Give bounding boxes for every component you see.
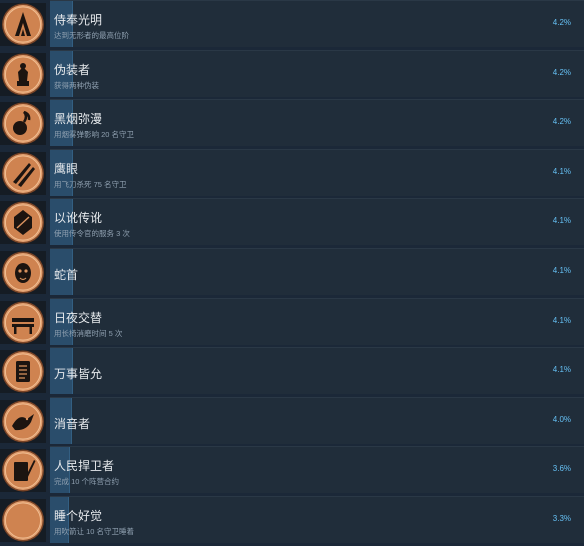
unlock-percent: 3.6% [552, 464, 571, 474]
smoke-bomb-icon [0, 102, 46, 146]
achievement-title: 以讹传讹 [54, 211, 103, 226]
disguise-statue-icon [0, 52, 46, 96]
achievement-title: 侍奉光明 [54, 13, 103, 27]
achievement-title: 人民捍卫者 [54, 459, 115, 474]
snake-head-icon [0, 251, 46, 294]
achievement-card: 以讹传讹使用传令官的服务 3 次 4.1% [50, 198, 584, 246]
achievement-row[interactable]: 蛇首 4.1% [0, 248, 584, 298]
achievement-description: 用长椅消磨时间 5 次 [54, 328, 123, 338]
unlock-percent: 4.1% [552, 365, 571, 375]
crescent-moon-icon [0, 499, 46, 542]
achievement-title: 黑烟弥漫 [54, 112, 103, 127]
unlock-percent: 4.1% [552, 266, 571, 275]
unlock-percent: 4.2% [552, 67, 571, 77]
contract-quill-icon [0, 449, 46, 493]
achievement-card: 人民捍卫者完成 10 个阵营合约 3.6% [50, 446, 584, 494]
achievement-description: 用吹箭让 10 名守卫睡着 [54, 527, 135, 536]
throwing-knives-icon [0, 151, 46, 195]
unlock-percent: 3.3% [552, 514, 571, 523]
achievement-row[interactable]: 伪装者获得两种伪装 4.2% [0, 49, 584, 100]
assassin-crest-icon [0, 3, 46, 46]
achievement-title: 蛇首 [54, 268, 79, 282]
achievement-card: 鹰眼用飞刀杀死 75 名守卫 4.1% [50, 148, 584, 196]
achievement-card: 侍奉光明达到无形者的最高位阶 4.2% [50, 0, 584, 47]
achievement-card: 万事皆允 4.1% [50, 347, 584, 395]
achievement-row[interactable]: 消音者 4.0% [0, 396, 584, 447]
achievement-title: 万事皆允 [54, 367, 103, 382]
achievement-title: 伪装者 [54, 62, 91, 77]
achievement-description: 获得两种伪装 [54, 80, 99, 90]
achievement-row[interactable]: 日夜交替用长椅消磨时间 5 次 4.1% [0, 297, 584, 348]
unlock-percent: 4.1% [552, 315, 571, 325]
bench-icon [0, 300, 46, 344]
unlock-percent: 4.0% [552, 414, 571, 424]
unlock-percent: 4.2% [552, 117, 571, 127]
achievement-title: 消音者 [54, 416, 91, 431]
achievement-description: 使用传令官的服务 3 次 [54, 229, 130, 239]
herald-shield-icon [0, 201, 46, 245]
achievement-description: 用飞刀杀死 75 名守卫 [54, 179, 127, 189]
achievement-card: 伪装者获得两种伪装 4.2% [50, 49, 584, 97]
achievement-row[interactable]: 侍奉光明达到无形者的最高位阶 4.2% [0, 0, 584, 50]
unlock-percent: 4.1% [552, 216, 571, 226]
achievement-row[interactable]: 以讹传讹使用传令官的服务 3 次 4.1% [0, 198, 584, 248]
achievement-card: 日夜交替用长椅消磨时间 5 次 4.1% [50, 297, 584, 345]
scroll-icon [0, 350, 46, 394]
achievement-list: 侍奉光明 达到无形者的最高位阶 4.2% 伪装者 获得两种伪装 4.2% 黑烟弥漫 用烟雾弹影… [0, 0, 584, 546]
achievement-row[interactable]: 万事皆允 4.1% [0, 347, 584, 397]
achievement-card: 蛇首 4.1% [50, 248, 584, 295]
achievement-row[interactable]: 睡个好觉用吹箭让 10 名守卫睡着 3.3% [0, 496, 584, 546]
achievement-row[interactable]: 黑烟弥漫用烟雾弹影响 20 名守卫 4.2% [0, 99, 584, 149]
achievement-card: 黑烟弥漫用烟雾弹影响 20 名守卫 4.2% [50, 99, 584, 147]
unlock-percent: 4.2% [552, 18, 571, 27]
achievement-description: 完成 10 个阵营合约 [54, 477, 120, 487]
achievement-card: 消音者 4.0% [50, 396, 584, 444]
achievement-title: 日夜交替 [54, 310, 103, 325]
achievement-title: 鹰眼 [54, 161, 79, 176]
silencer-bird-icon [0, 399, 46, 443]
achievement-description: 用烟雾弹影响 20 名守卫 [54, 130, 135, 140]
unlock-percent: 4.1% [552, 166, 571, 176]
achievement-row[interactable]: 鹰眼用飞刀杀死 75 名守卫 4.1% [0, 148, 584, 199]
achievement-description: 达到无形者的最高位阶 [54, 31, 129, 40]
achievement-row[interactable]: 人民捍卫者完成 10 个阵营合约 3.6% [0, 446, 584, 496]
achievement-card: 睡个好觉用吹箭让 10 名守卫睡着 3.3% [50, 496, 584, 543]
achievement-title: 睡个好觉 [54, 509, 103, 523]
